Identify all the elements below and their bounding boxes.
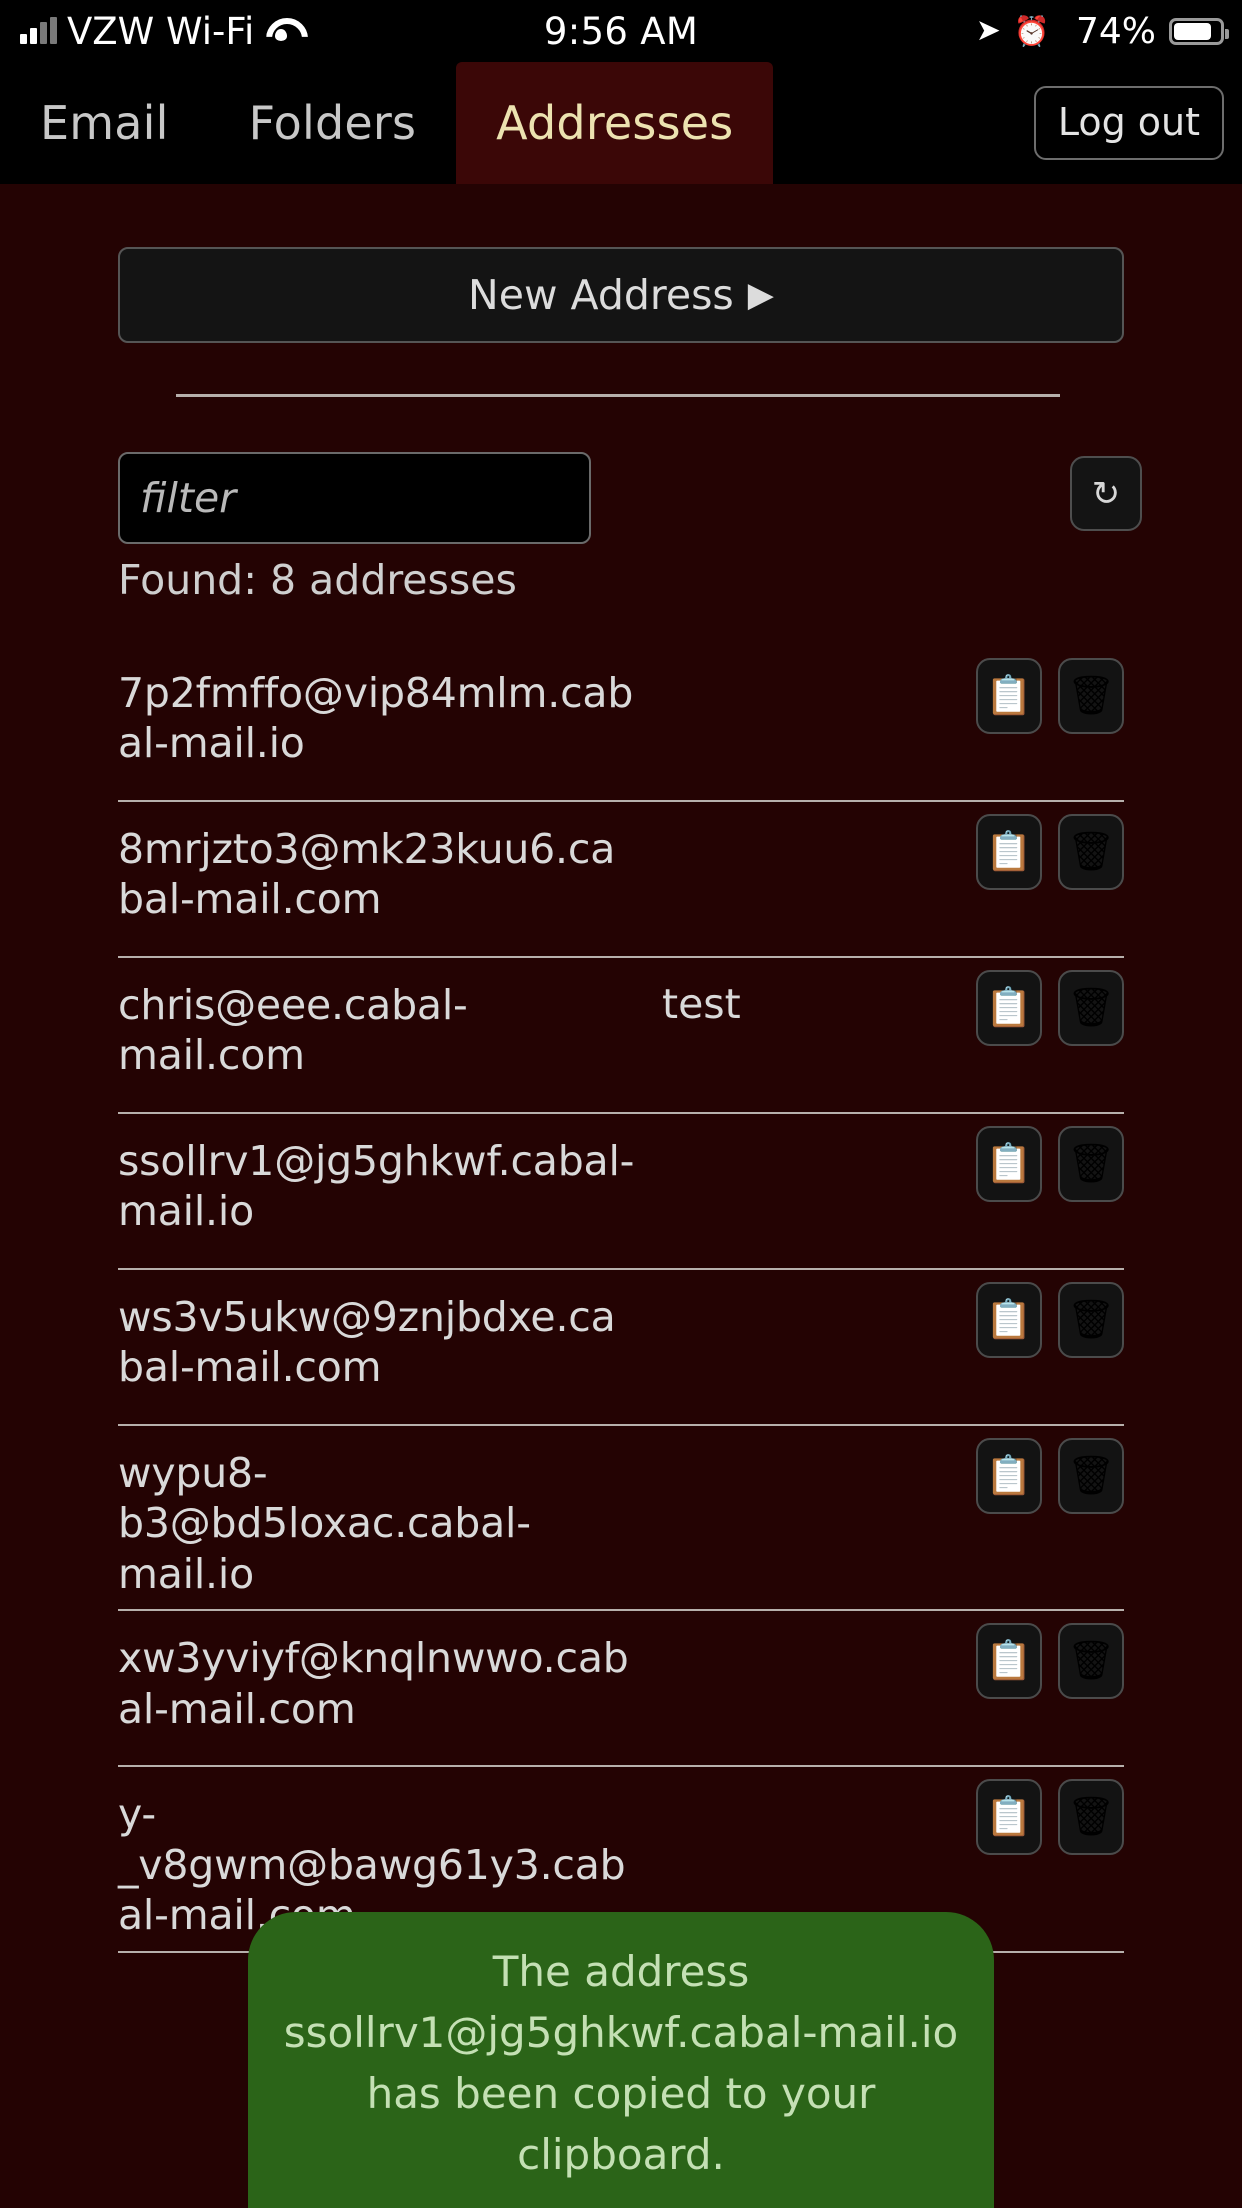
delete-address-button[interactable]: 🗑 [1058, 970, 1124, 1046]
clipboard-toast: The address ssollrv1@jg5ghkwf.cabal-mail… [248, 1912, 994, 2208]
trash-icon: 🗑 [1067, 1642, 1115, 1680]
trash-icon: 🗑 [1067, 1145, 1115, 1183]
address-email: ssollrv1@jg5ghkwf.cabal-mail.io [118, 1136, 638, 1237]
address-row-texts: chris@eee.cabal-mail.com test [118, 980, 1124, 1081]
clipboard-icon: 📋 [985, 1798, 1032, 1836]
address-email: xw3yviyf@knqlnwwo.cabal-mail.com [118, 1633, 638, 1734]
toast-line-2: ssollrv1@jg5ghkwf.cabal-mail.io [274, 2003, 968, 2064]
address-label: test [662, 980, 741, 1028]
clipboard-icon: 📋 [985, 833, 1032, 871]
address-row-actions: 📋 🗑 [976, 1779, 1124, 1855]
address-row-texts: 7p2fmffo@vip84mlm.cabal-mail.io [118, 668, 1124, 769]
copy-address-button[interactable]: 📋 [976, 1438, 1042, 1514]
delete-address-button[interactable]: 🗑 [1058, 1779, 1124, 1855]
address-row-actions: 📋 🗑 [976, 970, 1124, 1046]
address-row: wypu8-b3@bd5loxac.cabal-mail.io 📋 🗑 [118, 1426, 1124, 1611]
new-address-label: New Address [468, 271, 734, 319]
address-row: xw3yviyf@knqlnwwo.cabal-mail.com 📋 🗑 [118, 1611, 1124, 1767]
clipboard-icon: 📋 [985, 1457, 1032, 1495]
refresh-icon: ↻ [1092, 477, 1121, 511]
clipboard-icon: 📋 [985, 1145, 1032, 1183]
address-row-actions: 📋 🗑 [976, 1438, 1124, 1514]
logout-button[interactable]: Log out [1034, 86, 1224, 160]
address-row-actions: 📋 🗑 [976, 658, 1124, 734]
address-row-texts: ws3v5ukw@9znjbdxe.cabal-mail.com [118, 1292, 1124, 1393]
trash-icon: 🗑 [1067, 989, 1115, 1027]
delete-address-button[interactable]: 🗑 [1058, 1438, 1124, 1514]
address-row-texts: ssollrv1@jg5ghkwf.cabal-mail.io [118, 1136, 1124, 1237]
clipboard-icon: 📋 [985, 1642, 1032, 1680]
refresh-button[interactable]: ↻ [1070, 456, 1142, 531]
tab-addresses[interactable]: Addresses [456, 62, 773, 184]
address-list: 7p2fmffo@vip84mlm.cabal-mail.io 📋 🗑 8mrjzto… [118, 646, 1124, 1953]
address-row-actions: 📋 🗑 [976, 814, 1124, 890]
address-row: ws3v5ukw@9znjbdxe.cabal-mail.com 📋 🗑 [118, 1270, 1124, 1426]
address-row: 7p2fmffo@vip84mlm.cabal-mail.io 📋 🗑 [118, 646, 1124, 802]
address-email: ws3v5ukw@9znjbdxe.cabal-mail.com [118, 1292, 638, 1393]
delete-address-button[interactable]: 🗑 [1058, 1126, 1124, 1202]
address-row-actions: 📋 🗑 [976, 1623, 1124, 1699]
address-row-texts: wypu8-b3@bd5loxac.cabal-mail.io [118, 1448, 1124, 1599]
copy-address-button[interactable]: 📋 [976, 814, 1042, 890]
address-email: 7p2fmffo@vip84mlm.cabal-mail.io [118, 668, 638, 769]
address-email: 8mrjzto3@mk23kuu6.cabal-mail.com [118, 824, 638, 925]
new-address-button[interactable]: New Address ▶ [118, 247, 1124, 343]
clipboard-icon: 📋 [985, 989, 1032, 1027]
filter-input[interactable] [118, 452, 591, 544]
trash-icon: 🗑 [1067, 833, 1115, 871]
delete-address-button[interactable]: 🗑 [1058, 814, 1124, 890]
delete-address-button[interactable]: 🗑 [1058, 1282, 1124, 1358]
copy-address-button[interactable]: 📋 [976, 1282, 1042, 1358]
copy-address-button[interactable]: 📋 [976, 1126, 1042, 1202]
clipboard-icon: 📋 [985, 677, 1032, 715]
copy-address-button[interactable]: 📋 [976, 658, 1042, 734]
address-row-actions: 📋 🗑 [976, 1282, 1124, 1358]
address-row: chris@eee.cabal-mail.com test 📋 🗑 [118, 958, 1124, 1114]
address-row-texts: 8mrjzto3@mk23kuu6.cabal-mail.com [118, 824, 1124, 925]
delete-address-button[interactable]: 🗑 [1058, 658, 1124, 734]
tab-bar: Email Folders Addresses Log out [0, 62, 1242, 184]
address-row-actions: 📋 🗑 [976, 1126, 1124, 1202]
trash-icon: 🗑 [1067, 1301, 1115, 1339]
status-bar: VZW Wi-Fi 9:56 AM ➤ ⏰ ᚝ 74% [0, 0, 1242, 62]
copy-address-button[interactable]: 📋 [976, 970, 1042, 1046]
status-bar-clock: 9:56 AM [0, 10, 1242, 53]
app-screen: VZW Wi-Fi 9:56 AM ➤ ⏰ ᚝ 74% Email Folder… [0, 0, 1242, 2208]
address-row-texts: xw3yviyf@knqlnwwo.cabal-mail.com [118, 1633, 1124, 1734]
copy-address-button[interactable]: 📋 [976, 1623, 1042, 1699]
address-row: ssollrv1@jg5ghkwf.cabal-mail.io 📋 🗑 [118, 1114, 1124, 1270]
location-arrow-icon: ➤ [976, 16, 1001, 46]
section-divider [176, 394, 1060, 397]
tab-email[interactable]: Email [0, 62, 209, 184]
address-email: wypu8-b3@bd5loxac.cabal-mail.io [118, 1448, 638, 1599]
clipboard-icon: 📋 [985, 1301, 1032, 1339]
delete-address-button[interactable]: 🗑 [1058, 1623, 1124, 1699]
toast-line-3: has been copied to your clipboard. [274, 2064, 968, 2186]
play-triangle-icon: ▶ [748, 278, 774, 312]
address-row: 8mrjzto3@mk23kuu6.cabal-mail.com 📋 🗑 [118, 802, 1124, 958]
trash-icon: 🗑 [1067, 677, 1115, 715]
battery-icon [1169, 18, 1224, 45]
copy-address-button[interactable]: 📋 [976, 1779, 1042, 1855]
tab-folders[interactable]: Folders [209, 62, 457, 184]
found-count-label: Found: 8 addresses [118, 556, 517, 604]
trash-icon: 🗑 [1067, 1457, 1115, 1495]
trash-icon: 🗑 [1067, 1798, 1115, 1836]
address-email: chris@eee.cabal-mail.com [118, 980, 638, 1081]
addresses-page: New Address ▶ ↻ Found: 8 addresses 7p2fm… [0, 184, 1242, 2208]
toast-line-1: The address [274, 1942, 968, 2003]
